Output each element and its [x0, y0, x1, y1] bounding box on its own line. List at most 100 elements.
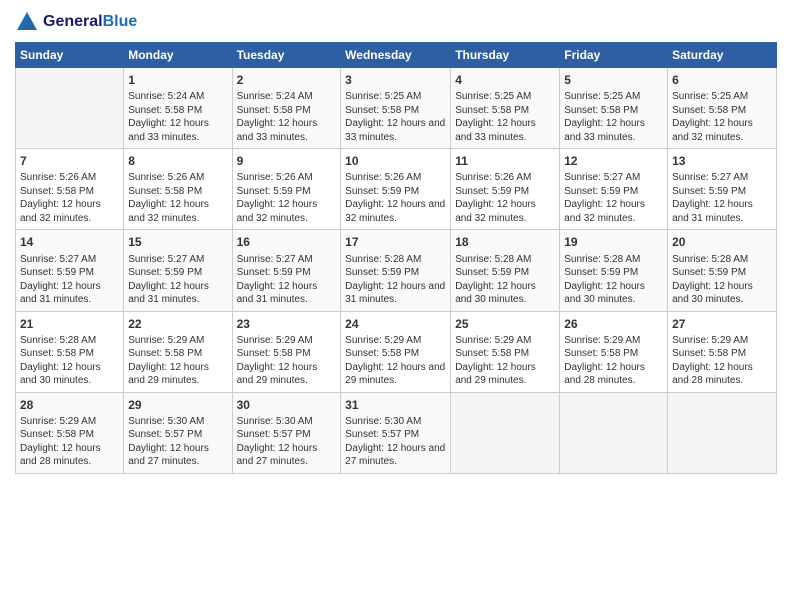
- day-number: 22: [128, 316, 227, 332]
- cell-info: Sunrise: 5:26 AMSunset: 5:59 PMDaylight:…: [345, 171, 446, 225]
- week-row-4: 28 Sunrise: 5:29 AMSunset: 5:58 PMDayligh…: [16, 392, 777, 473]
- cell-info: Sunrise: 5:30 AMSunset: 5:57 PMDaylight:…: [237, 415, 337, 469]
- calendar-cell: 23 Sunrise: 5:29 AMSunset: 5:58 PMDayligh…: [232, 311, 341, 392]
- week-row-1: 7 Sunrise: 5:26 AMSunset: 5:58 PMDaylight…: [16, 149, 777, 230]
- day-number: 7: [20, 153, 119, 169]
- header-tuesday: Tuesday: [232, 43, 341, 68]
- header-saturday: Saturday: [668, 43, 777, 68]
- calendar-cell: 14 Sunrise: 5:27 AMSunset: 5:59 PMDayligh…: [16, 230, 124, 311]
- cell-info: Sunrise: 5:25 AMSunset: 5:58 PMDaylight:…: [345, 90, 446, 144]
- cell-info: Sunrise: 5:28 AMSunset: 5:58 PMDaylight:…: [20, 334, 119, 388]
- header-monday: Monday: [124, 43, 232, 68]
- calendar-cell: 22 Sunrise: 5:29 AMSunset: 5:58 PMDayligh…: [124, 311, 232, 392]
- calendar-cell: [16, 68, 124, 149]
- day-number: 12: [564, 153, 663, 169]
- calendar-cell: 20 Sunrise: 5:28 AMSunset: 5:59 PMDayligh…: [668, 230, 777, 311]
- day-number: 10: [345, 153, 446, 169]
- cell-info: Sunrise: 5:29 AMSunset: 5:58 PMDaylight:…: [564, 334, 663, 388]
- day-number: 18: [455, 234, 555, 250]
- calendar-cell: 10 Sunrise: 5:26 AMSunset: 5:59 PMDayligh…: [341, 149, 451, 230]
- day-number: 20: [672, 234, 772, 250]
- day-number: 17: [345, 234, 446, 250]
- week-row-2: 14 Sunrise: 5:27 AMSunset: 5:59 PMDayligh…: [16, 230, 777, 311]
- cell-info: Sunrise: 5:28 AMSunset: 5:59 PMDaylight:…: [672, 253, 772, 307]
- calendar-cell: 24 Sunrise: 5:29 AMSunset: 5:58 PMDayligh…: [341, 311, 451, 392]
- day-number: 8: [128, 153, 227, 169]
- cell-info: Sunrise: 5:30 AMSunset: 5:57 PMDaylight:…: [128, 415, 227, 469]
- calendar-cell: 26 Sunrise: 5:29 AMSunset: 5:58 PMDayligh…: [560, 311, 668, 392]
- calendar-cell: 19 Sunrise: 5:28 AMSunset: 5:59 PMDayligh…: [560, 230, 668, 311]
- day-number: 14: [20, 234, 119, 250]
- cell-info: Sunrise: 5:24 AMSunset: 5:58 PMDaylight:…: [237, 90, 337, 144]
- day-number: 2: [237, 72, 337, 88]
- cell-info: Sunrise: 5:26 AMSunset: 5:58 PMDaylight:…: [128, 171, 227, 225]
- cell-info: Sunrise: 5:29 AMSunset: 5:58 PMDaylight:…: [455, 334, 555, 388]
- day-number: 9: [237, 153, 337, 169]
- day-number: 15: [128, 234, 227, 250]
- calendar-cell: 25 Sunrise: 5:29 AMSunset: 5:58 PMDayligh…: [451, 311, 560, 392]
- day-number: 13: [672, 153, 772, 169]
- calendar-cell: 13Sunrise: 5:27 AMSunset: 5:59 PMDayligh…: [668, 149, 777, 230]
- header-wednesday: Wednesday: [341, 43, 451, 68]
- calendar-cell: 21 Sunrise: 5:28 AMSunset: 5:58 PMDayligh…: [16, 311, 124, 392]
- calendar-cell: 11 Sunrise: 5:26 AMSunset: 5:59 PMDayligh…: [451, 149, 560, 230]
- day-number: 3: [345, 72, 446, 88]
- calendar-cell: 2 Sunrise: 5:24 AMSunset: 5:58 PMDaylight…: [232, 68, 341, 149]
- cell-info: Sunrise: 5:24 AMSunset: 5:58 PMDaylight:…: [128, 90, 227, 144]
- day-number: 1: [128, 72, 227, 88]
- calendar-cell: 12 Sunrise: 5:27 AMSunset: 5:59 PMDayligh…: [560, 149, 668, 230]
- cell-info: Sunrise: 5:25 AMSunset: 5:58 PMDaylight:…: [455, 90, 555, 144]
- calendar-cell: [451, 392, 560, 473]
- calendar-cell: 9 Sunrise: 5:26 AMSunset: 5:59 PMDaylight…: [232, 149, 341, 230]
- cell-info: Sunrise: 5:30 AMSunset: 5:57 PMDaylight:…: [345, 415, 446, 469]
- calendar-cell: 1 Sunrise: 5:24 AMSunset: 5:58 PMDaylight…: [124, 68, 232, 149]
- cell-info: Sunrise: 5:29 AMSunset: 5:58 PMDaylight:…: [20, 415, 119, 469]
- logo-text-line1: GeneralBlue: [43, 13, 137, 31]
- day-number: 31: [345, 397, 446, 413]
- logo-icon: [15, 10, 39, 34]
- week-row-3: 21 Sunrise: 5:28 AMSunset: 5:58 PMDayligh…: [16, 311, 777, 392]
- calendar-cell: 29 Sunrise: 5:30 AMSunset: 5:57 PMDayligh…: [124, 392, 232, 473]
- cell-info: Sunrise: 5:25 AMSunset: 5:58 PMDaylight:…: [672, 90, 772, 144]
- day-number: 24: [345, 316, 446, 332]
- logo: GeneralBlue: [15, 10, 137, 34]
- cell-info: Sunrise: 5:27 AMSunset: 5:59 PMDaylight:…: [20, 253, 119, 307]
- day-number: 21: [20, 316, 119, 332]
- day-number: 25: [455, 316, 555, 332]
- header-thursday: Thursday: [451, 43, 560, 68]
- calendar-cell: [560, 392, 668, 473]
- day-number: 6: [672, 72, 772, 88]
- cell-info: Sunrise: 5:29 AMSunset: 5:58 PMDaylight:…: [128, 334, 227, 388]
- calendar-cell: 5 Sunrise: 5:25 AMSunset: 5:58 PMDaylight…: [560, 68, 668, 149]
- day-number: 23: [237, 316, 337, 332]
- calendar-cell: 7Sunrise: 5:26 AMSunset: 5:58 PMDaylight…: [16, 149, 124, 230]
- day-number: 30: [237, 397, 337, 413]
- calendar-cell: 8 Sunrise: 5:26 AMSunset: 5:58 PMDaylight…: [124, 149, 232, 230]
- main-container: GeneralBlue SundayMondayTuesdayWednesday…: [0, 0, 792, 612]
- calendar-cell: 28 Sunrise: 5:29 AMSunset: 5:58 PMDayligh…: [16, 392, 124, 473]
- day-number: 5: [564, 72, 663, 88]
- cell-info: Sunrise: 5:29 AMSunset: 5:58 PMDaylight:…: [672, 334, 772, 388]
- calendar-cell: 6 Sunrise: 5:25 AMSunset: 5:58 PMDaylight…: [668, 68, 777, 149]
- cell-info: Sunrise: 5:27 AMSunset: 5:59 PMDaylight:…: [564, 171, 663, 225]
- day-number: 11: [455, 153, 555, 169]
- day-number: 26: [564, 316, 663, 332]
- calendar-cell: 30 Sunrise: 5:30 AMSunset: 5:57 PMDayligh…: [232, 392, 341, 473]
- cell-info: Sunrise: 5:29 AMSunset: 5:58 PMDaylight:…: [237, 334, 337, 388]
- header: GeneralBlue: [15, 10, 777, 34]
- header-friday: Friday: [560, 43, 668, 68]
- calendar-cell: 15 Sunrise: 5:27 AMSunset: 5:59 PMDayligh…: [124, 230, 232, 311]
- cell-info: Sunrise: 5:25 AMSunset: 5:58 PMDaylight:…: [564, 90, 663, 144]
- cell-info: Sunrise: 5:26 AMSunset: 5:59 PMDaylight:…: [455, 171, 555, 225]
- calendar-cell: 3 Sunrise: 5:25 AMSunset: 5:58 PMDaylight…: [341, 68, 451, 149]
- day-number: 28: [20, 397, 119, 413]
- day-number: 19: [564, 234, 663, 250]
- cell-info: Sunrise: 5:29 AMSunset: 5:58 PMDaylight:…: [345, 334, 446, 388]
- day-number: 29: [128, 397, 227, 413]
- calendar-cell: 27Sunrise: 5:29 AMSunset: 5:58 PMDayligh…: [668, 311, 777, 392]
- cell-info: Sunrise: 5:28 AMSunset: 5:59 PMDaylight:…: [564, 253, 663, 307]
- cell-info: Sunrise: 5:26 AMSunset: 5:59 PMDaylight:…: [237, 171, 337, 225]
- calendar-cell: 4Sunrise: 5:25 AMSunset: 5:58 PMDaylight…: [451, 68, 560, 149]
- cell-info: Sunrise: 5:28 AMSunset: 5:59 PMDaylight:…: [455, 253, 555, 307]
- cell-info: Sunrise: 5:27 AMSunset: 5:59 PMDaylight:…: [128, 253, 227, 307]
